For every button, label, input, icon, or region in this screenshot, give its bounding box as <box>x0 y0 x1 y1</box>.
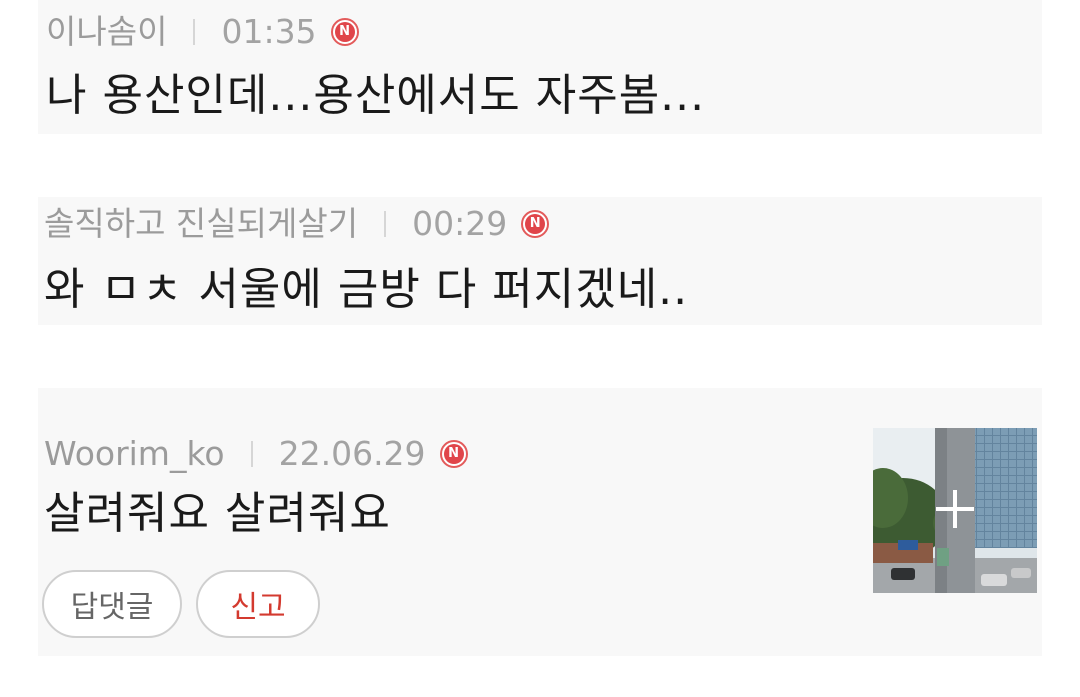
comment-meta: Woorim_ko 22.06.29 N <box>44 434 468 474</box>
reply-button[interactable]: 답댓글 <box>42 570 182 638</box>
comment-meta: 솔직하고 진실되게살기 00:29 N <box>44 204 550 244</box>
comment-text: 와 ㅁㅊ 서울에 금방 다 퍼지겠네.. <box>44 264 689 315</box>
new-badge-icon: N <box>330 18 359 46</box>
comment-meta: 이나솜이 01:35 N <box>46 12 359 52</box>
comment-text: 살려줘요 살려줘요 <box>44 488 391 539</box>
comment-author[interactable]: 솔직하고 진실되게살기 <box>44 204 358 244</box>
street-photo-image <box>873 428 1037 593</box>
meta-divider <box>384 211 387 237</box>
report-button[interactable]: 신고 <box>196 570 320 638</box>
new-badge-icon: N <box>521 210 550 238</box>
comment-time: 01:35 <box>221 12 317 51</box>
meta-divider <box>250 441 253 467</box>
comment-text: 나 용산인데...용산에서도 자주봄... <box>46 70 706 121</box>
comment-time: 22.06.29 <box>278 434 426 473</box>
comment-author[interactable]: 이나솜이 <box>46 12 167 52</box>
comment-photo-thumbnail[interactable] <box>873 428 1037 593</box>
comment-author[interactable]: Woorim_ko <box>44 434 225 474</box>
new-badge-icon: N <box>439 440 468 468</box>
meta-divider <box>193 19 196 45</box>
comment-time: 00:29 <box>412 204 508 243</box>
